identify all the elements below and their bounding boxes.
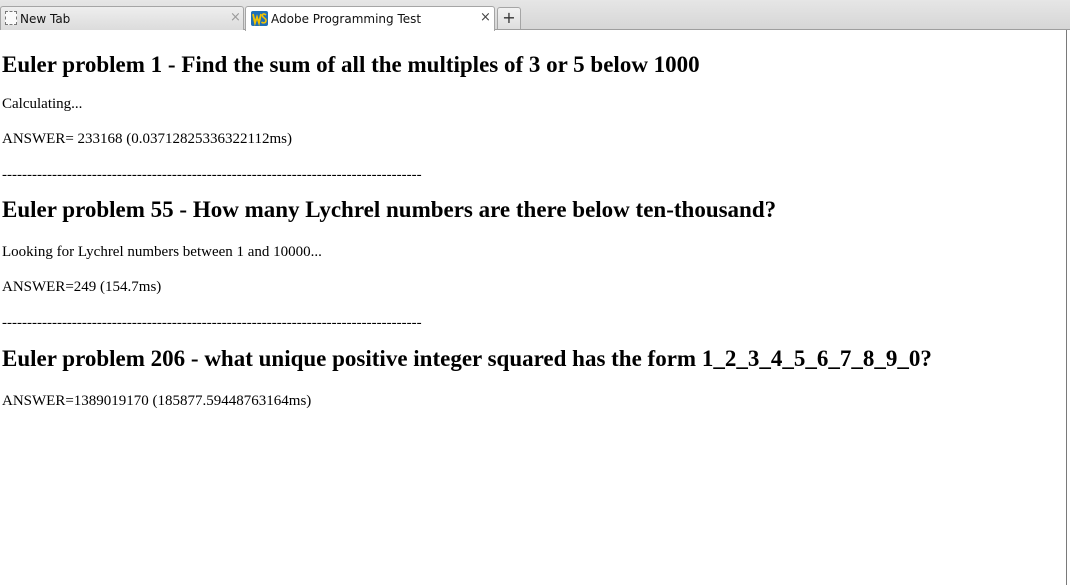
blank-page-icon (5, 11, 17, 25)
section-heading: Euler problem 55 - How many Lychrel numb… (2, 197, 777, 222)
tab-title: New Tab (20, 12, 71, 26)
section-heading: Euler problem 206 - what unique positive… (2, 346, 932, 371)
status-line: Calculating... (2, 96, 83, 112)
answer-line: ANSWER=1389019170 (185877.59448763164ms) (2, 393, 312, 409)
section-heading: Euler problem 1 - Find the sum of all th… (2, 52, 700, 77)
page-content: Euler problem 1 - Find the sum of all th… (2, 30, 1062, 410)
browser-tab-bar: New Tab × Adobe Programming Test × + (0, 0, 1070, 31)
close-tab-icon[interactable]: × (230, 11, 241, 25)
tab-adobe-programming-test[interactable]: Adobe Programming Test × (245, 6, 495, 31)
answer-line: ANSWER=249 (154.7ms) (2, 279, 162, 295)
new-tab-button[interactable]: + (497, 7, 521, 29)
answer-line: ANSWER= 233168 (0.03712825336322112ms) (2, 131, 292, 147)
divider: ----------------------------------------… (2, 315, 422, 331)
window-right-edge (1066, 30, 1070, 585)
ws-favicon-icon (251, 11, 268, 27)
tab-title: Adobe Programming Test (271, 12, 422, 26)
tab-new-tab[interactable]: New Tab × (0, 6, 244, 30)
status-line: Looking for Lychrel numbers between 1 an… (2, 244, 322, 260)
divider: ----------------------------------------… (2, 167, 422, 183)
close-tab-icon[interactable]: × (480, 11, 491, 25)
